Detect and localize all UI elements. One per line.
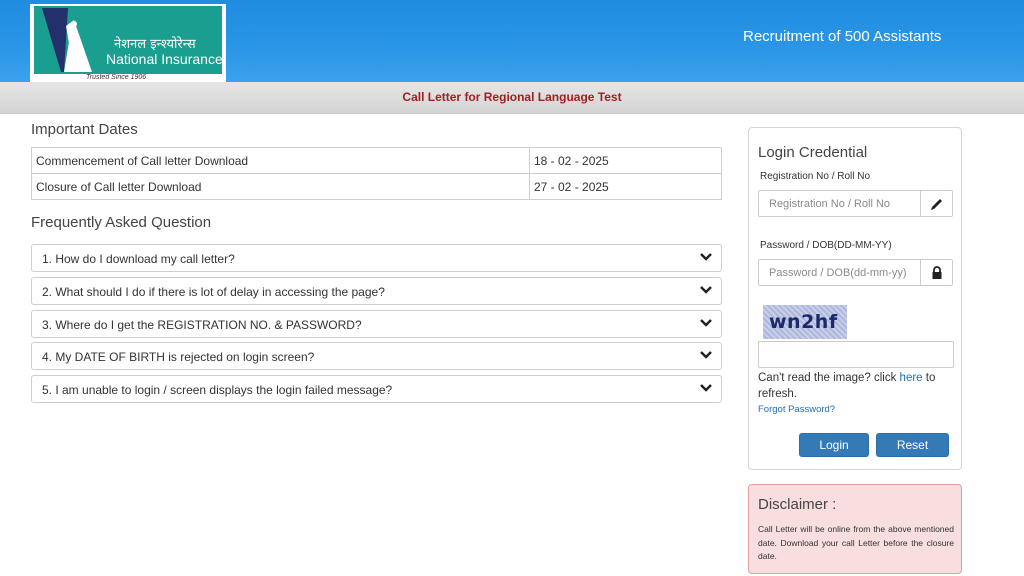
faq-item-5[interactable]: 5. I am unable to login / screen display… (31, 375, 722, 403)
captcha-image: wn2hf (763, 305, 847, 339)
captcha-input[interactable] (758, 341, 954, 368)
password-input[interactable] (758, 259, 921, 286)
table-row: Commencement of Call letter Download 18 … (31, 147, 722, 174)
chevron-down-icon (700, 384, 712, 392)
captcha-refresh-text: Can't read the image? click here to refr… (758, 370, 954, 402)
disclaimer-box: Disclaimer : Call Letter will be online … (748, 484, 962, 574)
faq-item-1[interactable]: 1. How do I download my call letter? (31, 244, 722, 272)
login-button[interactable]: Login (799, 433, 869, 457)
subtitle-text: Call Letter for Regional Language Test (402, 90, 622, 104)
lock-icon (932, 266, 942, 279)
logo-english-text: National Insurance (106, 51, 223, 67)
date-value-cell: 27 - 02 - 2025 (529, 173, 722, 200)
chevron-down-icon (700, 286, 712, 294)
forgot-password-link[interactable]: Forgot Password? (758, 404, 835, 415)
logo-tagline: Trusted Since 1906 (86, 74, 147, 81)
date-label-cell: Closure of Call letter Download (31, 173, 530, 200)
registration-label: Registration No / Roll No (760, 171, 871, 182)
reset-button[interactable]: Reset (876, 433, 949, 457)
subtitle-bar: Call Letter for Regional Language Test (0, 82, 1024, 114)
password-addon (920, 259, 953, 286)
faq-question: 5. I am unable to login / screen display… (42, 383, 393, 397)
table-row: Closure of Call letter Download 27 - 02 … (31, 173, 722, 200)
disclaimer-title: Disclaimer : (758, 496, 837, 513)
faq-question: 1. How do I download my call letter? (42, 252, 235, 266)
captcha-text: wn2hf (769, 311, 838, 333)
important-dates-table: Commencement of Call letter Download 18 … (31, 147, 722, 200)
registration-addon (920, 190, 953, 217)
login-heading: Login Credential (758, 144, 868, 161)
faq-heading: Frequently Asked Question (31, 214, 212, 231)
faq-question: 4. My DATE OF BIRTH is rejected on login… (42, 350, 315, 364)
disclaimer-text: Call Letter will be online from the abov… (758, 524, 954, 561)
header-bar: नेशनल इन्श्योरेन्स National Insurance Tr… (0, 0, 1024, 82)
national-insurance-logo: नेशनल इन्श्योरेन्स National Insurance Tr… (30, 4, 226, 82)
chevron-down-icon (700, 351, 712, 359)
faq-question: 2. What should I do if there is lot of d… (42, 285, 385, 299)
faq-item-2[interactable]: 2. What should I do if there is lot of d… (31, 277, 722, 305)
page-title: Recruitment of 500 Assistants (743, 28, 942, 45)
registration-input[interactable] (758, 190, 921, 217)
date-value-cell: 18 - 02 - 2025 (529, 147, 722, 174)
logo-hindi-text: नेशनल इन्श्योरेन्स (114, 37, 196, 52)
chevron-down-icon (700, 253, 712, 261)
login-panel: Login Credential Registration No / Roll … (748, 127, 962, 470)
important-dates-heading: Important Dates (31, 121, 138, 138)
faq-question: 3. Where do I get the REGISTRATION NO. &… (42, 318, 362, 332)
faq-item-3[interactable]: 3. Where do I get the REGISTRATION NO. &… (31, 310, 722, 338)
peacock-emblem-icon (42, 8, 92, 72)
faq-item-4[interactable]: 4. My DATE OF BIRTH is rejected on login… (31, 342, 722, 370)
captcha-refresh-prefix: Can't read the image? click (758, 372, 900, 384)
captcha-refresh-link[interactable]: here (900, 372, 923, 384)
password-label: Password / DOB(DD-MM-YY) (760, 240, 892, 251)
date-label-cell: Commencement of Call letter Download (31, 147, 530, 174)
chevron-down-icon (700, 319, 712, 327)
pencil-icon (931, 199, 942, 210)
